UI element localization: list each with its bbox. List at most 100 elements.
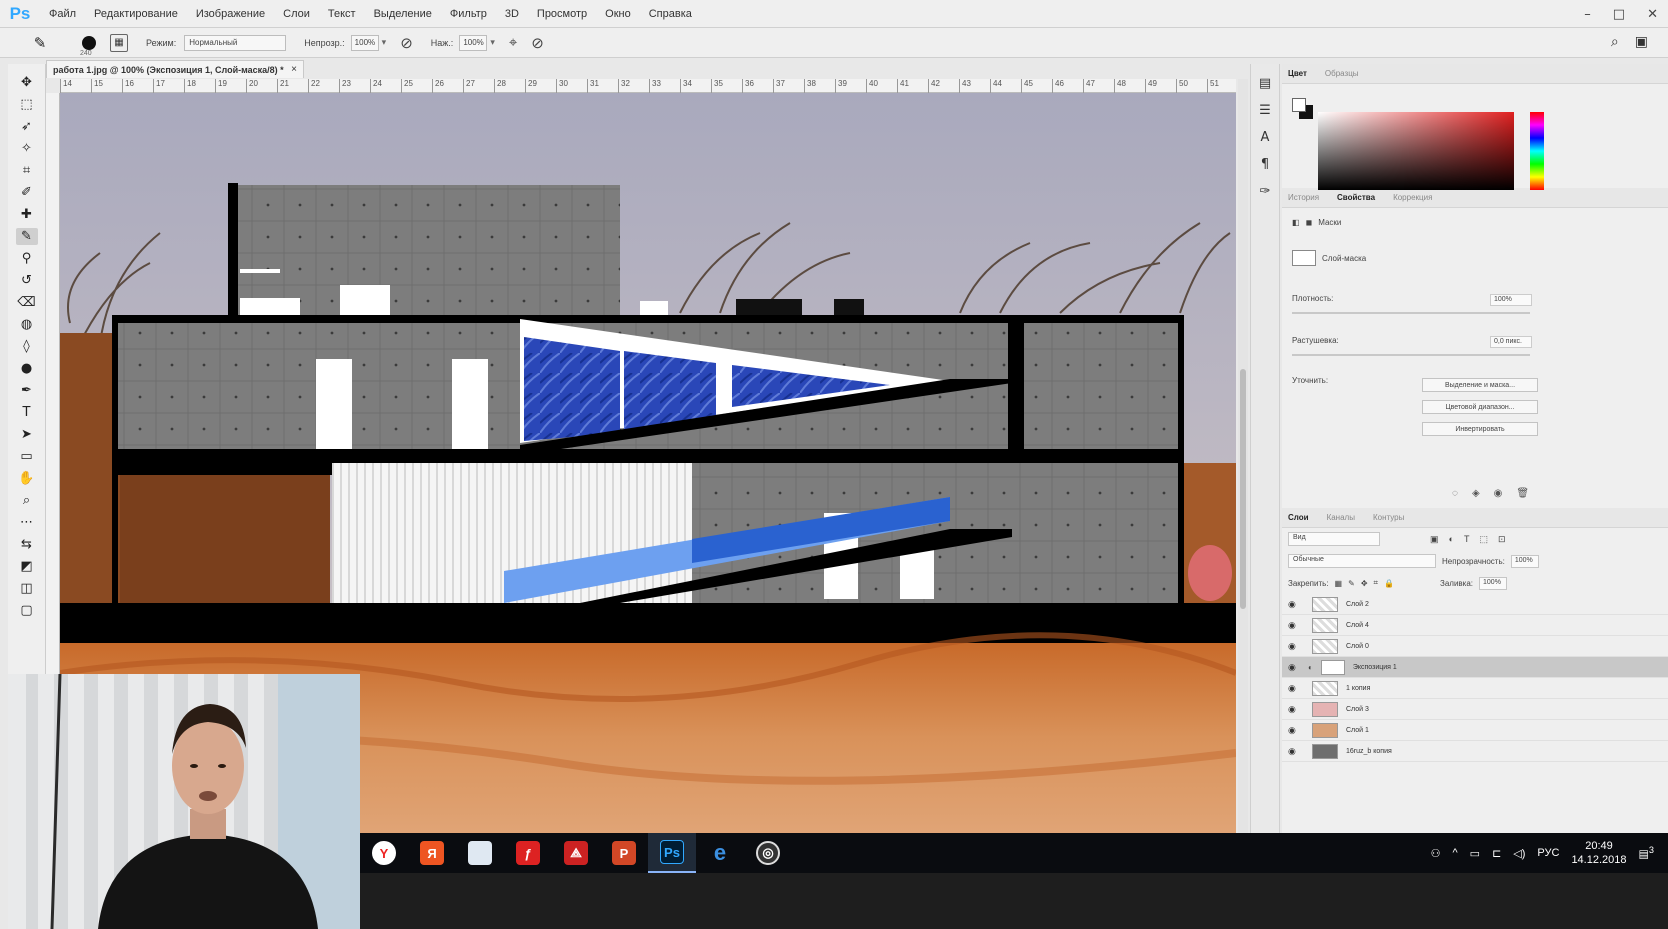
menu-window[interactable]: Окно <box>596 8 640 20</box>
adjustment-filter-icon[interactable]: ◐ <box>1449 534 1454 545</box>
type-tool-icon[interactable]: T <box>16 404 38 421</box>
layer-opacity-input[interactable]: 100% <box>1510 554 1539 568</box>
eye-icon[interactable]: ◉ <box>1288 641 1304 652</box>
swap-colors-icon[interactable]: ⇆ <box>16 536 38 553</box>
tab-swatches[interactable]: Образцы <box>1325 69 1359 78</box>
eye-icon[interactable]: ◉ <box>1288 725 1304 736</box>
history-brush-icon[interactable]: ↺ <box>16 272 38 289</box>
menu-select[interactable]: Выделение <box>365 8 441 20</box>
eye-icon[interactable]: ◉ <box>1288 746 1304 757</box>
close-tab-icon[interactable]: × <box>291 64 297 75</box>
brush-panel-icon[interactable]: ✑ <box>1260 184 1271 199</box>
layer-mask-thumbnail[interactable] <box>1292 250 1316 266</box>
color-swatches-icon[interactable]: ◩ <box>16 558 38 575</box>
people-icon[interactable]: ⚇ <box>1431 847 1441 860</box>
mode-select[interactable]: Нормальный <box>184 34 287 51</box>
dodge-tool-icon[interactable]: ● <box>16 360 38 377</box>
more-tools-icon[interactable]: ⋯ <box>16 514 38 531</box>
taskbar-files[interactable] <box>456 833 504 873</box>
select-and-mask-button[interactable]: Выделение и маска... <box>1422 378 1538 392</box>
type-filter-icon[interactable]: T <box>1464 534 1470 545</box>
minimize-button[interactable]: – <box>1584 7 1591 22</box>
lasso-tool-icon[interactable]: ➶ <box>16 118 38 135</box>
smart-filter-icon[interactable]: ⊡ <box>1498 534 1506 545</box>
adjustments-panel-icon[interactable]: ☰ <box>1259 103 1271 118</box>
invert-button[interactable]: Инвертировать <box>1422 422 1538 436</box>
brush-panel-icon[interactable]: ▦ <box>110 33 128 52</box>
layer-row[interactable]: ◉ Слой 2 <box>1282 594 1668 615</box>
brush-size-picker[interactable]: 240 <box>80 35 96 57</box>
menu-file[interactable]: Файл <box>40 8 85 20</box>
pixel-mask-icon[interactable]: ◧ <box>1292 218 1300 227</box>
visibility-icon[interactable]: ◉ <box>1494 488 1503 499</box>
airbrush-icon[interactable]: ⌖ <box>509 34 517 51</box>
network-icon[interactable]: ⊏ <box>1492 847 1501 860</box>
character-panel-icon[interactable]: A <box>1261 130 1270 145</box>
pixel-filter-icon[interactable]: ▣ <box>1430 534 1439 545</box>
language-indicator[interactable]: РУС <box>1537 847 1559 859</box>
path-select-icon[interactable]: ➤ <box>16 426 38 443</box>
document-tab[interactable]: работа 1.jpg @ 100% (Экспозиция 1, Слой-… <box>46 60 304 78</box>
eye-icon[interactable]: ◉ <box>1288 599 1304 610</box>
shape-filter-icon[interactable]: ⬚ <box>1479 534 1488 545</box>
menu-edit[interactable]: Редактирование <box>85 8 187 20</box>
quick-mask-icon[interactable]: ◫ <box>16 580 38 597</box>
fill-input[interactable]: 100% <box>1479 576 1508 590</box>
zoom-tool-icon[interactable]: ⌕ <box>16 492 38 509</box>
flow-input[interactable]: 100% <box>459 34 488 51</box>
menu-3d[interactable]: 3D <box>496 8 528 20</box>
tab-channels[interactable]: Каналы <box>1327 513 1355 522</box>
eyedropper-icon[interactable]: ✐ <box>16 184 38 201</box>
taskbar-powerpoint[interactable]: P <box>600 833 648 873</box>
layer-row-selected[interactable]: ◉ ◐ Экспозиция 1 <box>1282 657 1668 678</box>
density-slider[interactable] <box>1292 312 1530 314</box>
load-selection-icon[interactable]: ◌ <box>1452 488 1458 499</box>
history-panel-icon[interactable]: ▤ <box>1259 76 1271 91</box>
brush-tool-icon[interactable]: ✎ <box>15 228 38 245</box>
tab-adjustments[interactable]: Коррекция <box>1393 193 1432 202</box>
opacity-input[interactable]: 100% <box>350 34 379 51</box>
density-input[interactable]: 100% <box>1490 294 1532 306</box>
close-button[interactable]: ✕ <box>1647 7 1658 22</box>
feather-slider[interactable] <box>1292 354 1530 356</box>
layer-mask-thumbnail[interactable] <box>1320 659 1345 675</box>
menu-view[interactable]: Просмотр <box>528 8 596 20</box>
blur-tool-icon[interactable]: ◊ <box>16 338 38 355</box>
battery-icon[interactable]: ▭ <box>1470 847 1480 860</box>
layer-filter-select[interactable]: Вид <box>1288 532 1380 546</box>
lock-pixels-icon[interactable]: ▦ <box>1335 579 1343 588</box>
volume-icon[interactable]: ◁) <box>1513 847 1525 860</box>
notification-icon[interactable]: ▤3 <box>1639 845 1655 861</box>
tab-history[interactable]: История <box>1288 193 1319 202</box>
healing-brush-icon[interactable]: ✚ <box>16 206 38 223</box>
chevron-up-icon[interactable]: ^ <box>1452 847 1457 859</box>
tab-paths[interactable]: Контуры <box>1373 513 1404 522</box>
menu-image[interactable]: Изображение <box>187 8 274 20</box>
screen-mode-icon[interactable]: ▢ <box>16 602 38 619</box>
blend-mode-select[interactable]: Обычные <box>1288 554 1436 568</box>
menu-layers[interactable]: Слои <box>274 8 319 20</box>
hand-tool-icon[interactable]: ✋ <box>16 470 38 487</box>
pressure-size-icon[interactable]: ⊘ <box>531 34 544 52</box>
chevron-down-icon[interactable]: ▾ <box>490 37 495 48</box>
layer-row[interactable]: ◉ 1 копия <box>1282 678 1668 699</box>
taskbar-photoshop[interactable]: Ps <box>648 833 696 873</box>
taskbar-chrome[interactable]: ◎ <box>744 833 792 873</box>
maximize-button[interactable]: □ <box>1613 7 1625 22</box>
color-range-button[interactable]: Цветовой диапазон... <box>1422 400 1538 414</box>
pressure-opacity-icon[interactable]: ⊘ <box>400 34 413 52</box>
chevron-down-icon[interactable]: ▾ <box>382 37 387 48</box>
layer-row[interactable]: ◉ Слой 3 <box>1282 699 1668 720</box>
brush-tool-preset-icon[interactable]: ✎ <box>28 33 52 53</box>
tab-color[interactable]: Цвет <box>1288 69 1307 78</box>
eye-icon[interactable]: ◉ <box>1288 683 1304 694</box>
taskbar-edge[interactable]: e <box>696 833 744 873</box>
crop-tool-icon[interactable]: ⌗ <box>16 162 38 179</box>
foreground-color-swatch[interactable] <box>1292 98 1306 112</box>
layer-row[interactable]: ◉ Слой 1 <box>1282 720 1668 741</box>
vector-mask-icon[interactable]: ◼ <box>1306 218 1313 227</box>
layer-row[interactable]: ◉ Слой 4 <box>1282 615 1668 636</box>
vertical-scrollbar[interactable] <box>1238 79 1248 833</box>
workspace-icon[interactable]: ▣ <box>1635 33 1648 50</box>
taskbar-yandex[interactable]: Я <box>408 833 456 873</box>
